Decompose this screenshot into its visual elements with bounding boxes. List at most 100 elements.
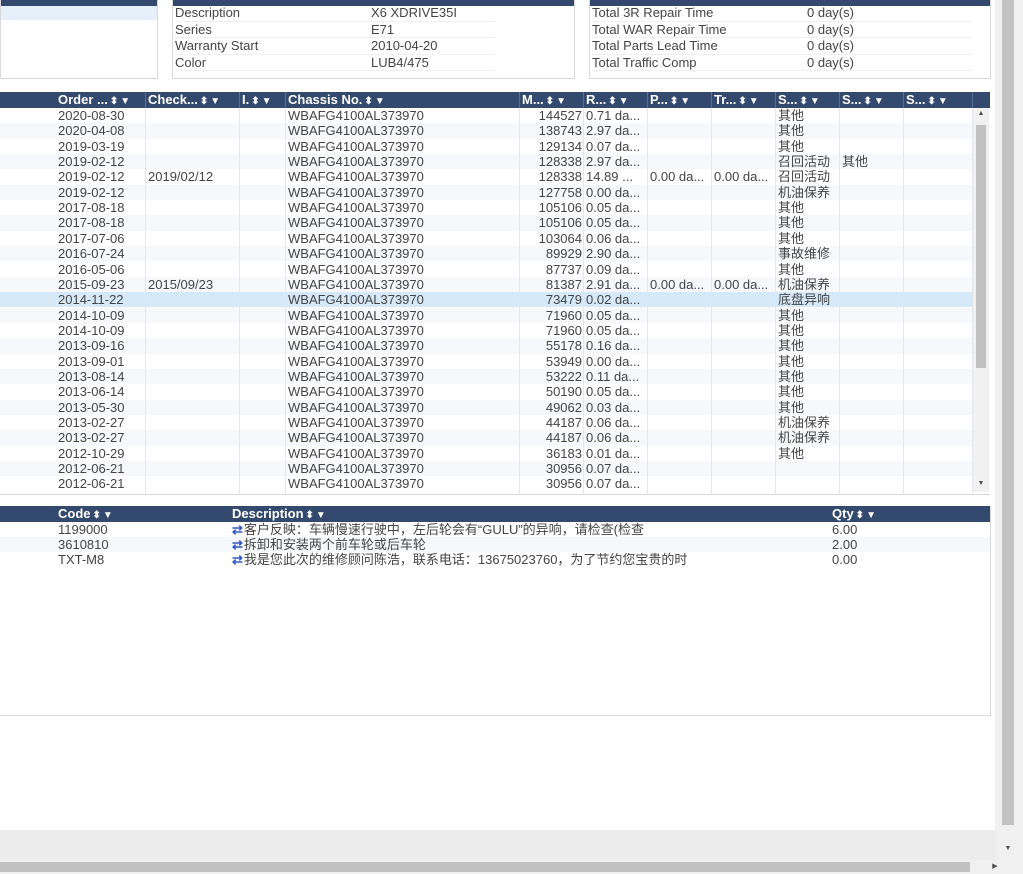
column-divider [145,108,146,494]
orders-vertical-scrollbar[interactable]: ▲ ▼ [973,108,989,492]
table-cell [648,185,712,200]
table-cell: WBAFG4100AL373970 [288,338,424,354]
column-header[interactable]: Code ⬍ ▼ [56,506,230,522]
column-header[interactable]: R... ⬍ ▼ [584,92,648,108]
swap-icon[interactable]: ⇄ [232,522,243,537]
sort-icon[interactable]: ⬍ [93,510,101,521]
sort-icon[interactable]: ⬍ [251,96,259,107]
column-header-label: Qty [832,506,854,521]
filter-icon[interactable]: ▼ [262,96,272,107]
filter-icon[interactable]: ▼ [938,96,948,107]
table-cell [146,108,240,123]
column-header-label: Code [58,506,91,521]
table-cell [648,430,712,445]
column-header[interactable]: Chassis No. ⬍ ▼ [286,92,520,108]
table-cell: 机油保养 [778,415,831,430]
swap-icon[interactable]: ⇄ [232,552,243,567]
column-header[interactable]: S... ⬍ ▼ [776,92,840,108]
column-header[interactable]: P... ⬍ ▼ [648,92,712,108]
info-row: Total Parts Lead Time 0 day(s) [592,38,972,55]
table-cell: 0.09 da... [586,261,641,277]
table-cell: 2013-06-14 [58,384,125,400]
sort-icon[interactable]: ⬍ [864,96,872,107]
table-cell: 底盘异响 [778,292,831,308]
sort-icon[interactable]: ⬍ [800,96,808,107]
table-cell [648,369,712,384]
column-header[interactable]: Check... ⬍ ▼ [146,92,240,108]
column-divider [285,108,286,494]
filter-icon[interactable]: ▼ [556,96,566,107]
table-row[interactable]: 3610810 ⇄拆卸和安装两个前车轮或后车轮 2.00 [0,537,990,553]
filter-icon[interactable]: ▼ [866,510,876,521]
column-header[interactable]: M... ⬍ ▼ [520,92,584,108]
table-cell [146,476,240,491]
page-scroll-right-arrow[interactable]: ▶ [988,862,1002,870]
sort-icon[interactable]: ⬍ [110,96,118,107]
page-vertical-scrollbar[interactable]: ▼ [995,0,1023,860]
table-cell: 2017-08-18 [58,215,125,231]
sort-icon[interactable]: ⬍ [928,96,936,107]
filter-icon[interactable]: ▼ [619,96,629,107]
info-label: Total WAR Repair Time [592,21,727,37]
column-header[interactable]: S... ⬍ ▼ [840,92,904,108]
swap-icon[interactable]: ⇄ [232,537,243,552]
page-horizontal-scrollbar[interactable]: ▶ [0,860,1023,874]
sort-icon[interactable]: ⬍ [364,96,372,107]
table-cell [840,292,904,307]
filter-icon[interactable]: ▼ [210,96,220,107]
column-header[interactable]: I. ⬍ ▼ [240,92,286,108]
sort-icon[interactable]: ⬍ [670,96,678,107]
table-cell [648,246,712,261]
sort-icon[interactable]: ⬍ [306,510,314,521]
page-hscroll-thumb[interactable] [0,862,970,872]
table-cell: 103064 [538,230,582,246]
table-row[interactable]: TXT-M8 ⇄我是您此次的维修顾问陈浩，联系电话：13675023760，为了节… [0,552,990,567]
filter-icon[interactable]: ▼ [375,96,385,107]
column-header[interactable]: Qty ⬍ ▼ [830,506,990,522]
column-header[interactable]: Description ⬍ ▼ [230,506,830,522]
selected-row[interactable] [1,6,157,20]
job-description: 客户反映：车辆慢速行驶中，左后轮会有“GULU”的异响，请检查(检查 [243,522,645,537]
info-value: 0 day(s) [807,21,854,37]
filter-icon[interactable]: ▼ [874,96,884,107]
filter-icon[interactable]: ▼ [749,96,759,107]
table-cell: 128338 [538,169,582,185]
table-cell [840,277,904,292]
main-frame: Description X6 XDRIVE35I Series E71 Warranty… [0,0,995,830]
table-cell: 0.06 da... [586,230,641,246]
table-cell [648,384,712,399]
sort-icon[interactable]: ⬍ [856,510,864,521]
column-header-label: S... [906,92,926,107]
filter-icon[interactable]: ▼ [120,96,130,107]
filter-icon[interactable]: ▼ [103,510,113,521]
table-cell: 2.91 da... [586,276,641,292]
scroll-down-arrow[interactable]: ▼ [974,480,988,487]
table-cell: 2019-03-19 [58,138,125,154]
table-cell [712,354,776,369]
table-row[interactable]: 1199000 ⇄客户反映：车辆慢速行驶中，左后轮会有“GULU”的异响，请检查(… [0,522,990,537]
table-cell: 2020-04-08 [58,123,125,139]
page-scroll-down-arrow[interactable]: ▼ [1001,845,1015,852]
table-cell: 0.05 da... [586,322,641,338]
scroll-up-arrow[interactable]: ▲ [974,110,988,117]
table-cell: 0.71 da... [586,108,641,123]
sort-icon[interactable]: ⬍ [738,96,746,107]
table-cell [146,446,240,461]
filter-icon[interactable]: ▼ [680,96,690,107]
filter-icon[interactable]: ▼ [316,510,326,521]
column-header[interactable]: Order ... ⬍ ▼ [56,92,146,108]
page-scroll-thumb[interactable] [1002,0,1014,825]
table-cell [648,323,712,338]
table-cell [146,430,240,445]
sort-icon[interactable]: ⬍ [546,96,554,107]
table-cell [146,338,240,353]
column-header[interactable]: S... ⬍ ▼ [904,92,973,108]
filter-icon[interactable]: ▼ [810,96,820,107]
sort-icon[interactable]: ⬍ [200,96,208,107]
scroll-thumb[interactable] [976,125,986,368]
table-cell [840,169,904,184]
table-cell: 2.97 da... [586,123,641,139]
sort-icon[interactable]: ⬍ [608,96,616,107]
column-header[interactable]: Tr... ⬍ ▼ [712,92,776,108]
column-header-label: Tr... [714,92,737,107]
